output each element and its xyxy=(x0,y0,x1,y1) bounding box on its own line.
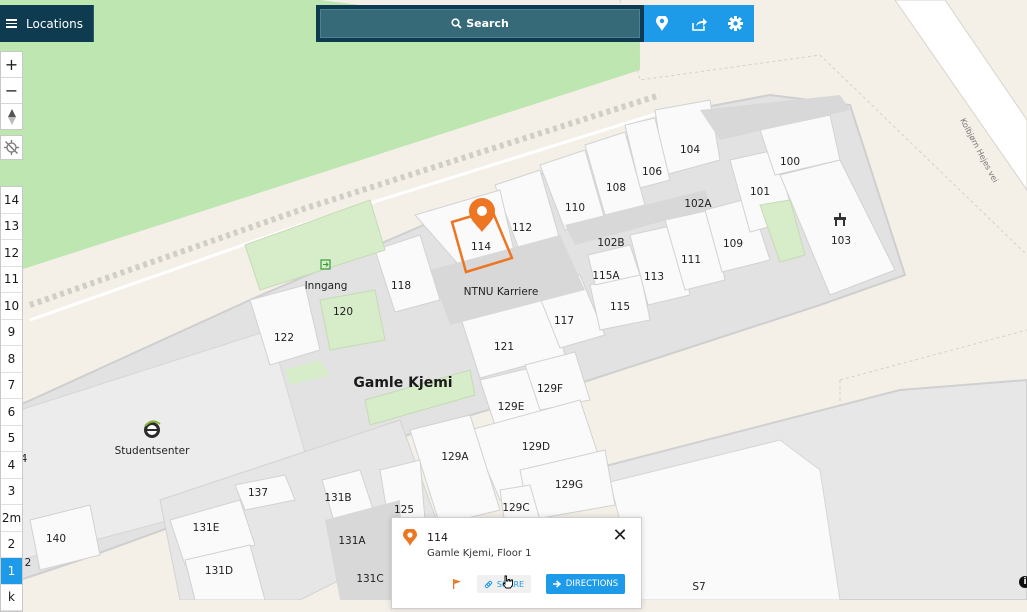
floor-button[interactable]: 10 xyxy=(1,293,22,320)
room-label-129d: 129D xyxy=(522,441,550,453)
share-button[interactable] xyxy=(684,9,714,39)
locate-me-button[interactable] xyxy=(0,135,23,160)
room-label-122: 122 xyxy=(274,332,294,344)
floor-button[interactable]: 6 xyxy=(1,399,22,426)
room-label-131d: 131D xyxy=(205,565,233,577)
room-label-115a: 115A xyxy=(592,270,620,282)
room-label-117: 117 xyxy=(554,315,574,327)
room-label-129a: 129A xyxy=(441,451,469,463)
floor-button[interactable]: 13 xyxy=(1,214,22,240)
room-label-102a: 102A xyxy=(684,198,712,210)
north-arrow-icon xyxy=(7,108,16,125)
room-label-131a: 131A xyxy=(338,535,366,547)
room-label-129g: 129G xyxy=(555,479,583,491)
settings-button[interactable] xyxy=(721,9,751,39)
share-icon xyxy=(692,17,707,31)
floor-button[interactable]: 9 xyxy=(1,320,22,346)
room-label-109: 109 xyxy=(723,238,743,250)
room-label-s7: S7 xyxy=(692,581,705,593)
room-label-113: 113 xyxy=(644,271,664,283)
floor-selector: 14 13 12 11 10 9 8 7 6 5 4 3 2m 2 1 k xyxy=(0,186,23,612)
room-label-110: 110 xyxy=(565,202,585,214)
entrance-label: Inngang xyxy=(305,280,348,292)
top-toolbar xyxy=(644,5,754,42)
room-label-120: 120 xyxy=(333,306,353,318)
search-input[interactable]: Search xyxy=(320,9,640,38)
popup-close-button[interactable]: ✕ xyxy=(611,527,629,545)
info-icon[interactable]: i xyxy=(1019,576,1027,588)
search-bar: Search xyxy=(316,5,644,42)
directions-button[interactable]: DIRECTIONS xyxy=(546,574,625,594)
room-label-101: 101 xyxy=(750,186,770,198)
floor-button[interactable]: 14 xyxy=(1,187,22,214)
zoom-in-button[interactable]: + xyxy=(1,52,22,78)
popup-subtitle: Gamle Kjemi, Floor 1 xyxy=(427,548,532,559)
floor-button[interactable]: 12 xyxy=(1,240,22,267)
my-location-button[interactable] xyxy=(647,9,677,39)
zoom-controls: + − xyxy=(0,51,23,130)
zoom-out-button[interactable]: − xyxy=(1,78,22,104)
report-flag-button[interactable] xyxy=(446,575,468,593)
floor-button[interactable]: 5 xyxy=(1,426,22,452)
room-label-131e: 131E xyxy=(193,522,220,534)
search-label: Search xyxy=(466,17,509,30)
settings-gear-icon xyxy=(728,16,744,31)
room-label-129f: 129F xyxy=(537,383,563,395)
room-label-102b: 102B xyxy=(597,237,624,249)
map-pin-icon xyxy=(656,15,669,31)
floor-button[interactable]: 3 xyxy=(1,479,22,505)
room-label-edge-2: 2 xyxy=(25,557,32,569)
room-label-108: 108 xyxy=(606,182,626,194)
floor-button[interactable]: 2m xyxy=(1,505,22,532)
room-label-125: 125 xyxy=(394,504,414,516)
room-label-129e: 129E xyxy=(498,401,525,413)
ntnu-karriere-label: NTNU Karriere xyxy=(464,286,539,298)
room-label-115: 115 xyxy=(610,301,630,313)
room-info-popup: 114 Gamle Kjemi, Floor 1 ✕ SHARE DIRECTI… xyxy=(391,517,642,609)
flag-icon xyxy=(453,579,461,589)
room-label-118: 118 xyxy=(391,280,411,292)
room-label-104: 104 xyxy=(680,144,700,156)
floor-button[interactable]: 7 xyxy=(1,373,22,399)
room-label-129c: 129C xyxy=(502,502,529,514)
room-label-131c: 131C xyxy=(356,573,383,585)
locations-button[interactable]: Locations xyxy=(0,5,94,42)
studentsenter-label: Studentsenter xyxy=(115,445,190,457)
arrow-right-icon xyxy=(552,580,561,588)
room-label-100: 100 xyxy=(780,156,800,168)
room-label-111: 111 xyxy=(681,254,701,266)
floor-button[interactable]: 11 xyxy=(1,267,22,293)
link-icon xyxy=(484,580,493,588)
building-name-label: Gamle Kjemi xyxy=(353,375,452,391)
floor-button[interactable]: k xyxy=(1,585,22,611)
floor-button[interactable]: 4 xyxy=(1,452,22,479)
room-label-103: 103 xyxy=(831,235,851,247)
room-label-114: 114 xyxy=(471,241,491,253)
room-label-137: 137 xyxy=(248,487,268,499)
hand-cursor-icon xyxy=(502,575,513,589)
map-canvas[interactable]: Kolbjørn Hejes vei 104 106 108 110 112 1… xyxy=(0,0,1027,600)
room-120-shape[interactable] xyxy=(319,289,386,351)
compass-button[interactable] xyxy=(1,104,22,129)
room-label-131b: 131B xyxy=(324,492,351,504)
locations-label: Locations xyxy=(26,16,84,31)
room-label-106: 106 xyxy=(642,166,662,178)
list-icon xyxy=(6,19,17,28)
location-disabled-icon xyxy=(4,140,19,155)
location-pin-icon xyxy=(403,529,417,546)
room-label-121: 121 xyxy=(494,341,514,353)
popup-title: 114 xyxy=(427,531,448,544)
floor-button[interactable]: 8 xyxy=(1,346,22,373)
floor-button[interactable]: 1 xyxy=(1,558,22,585)
room-label-112: 112 xyxy=(512,222,532,234)
directions-label: DIRECTIONS xyxy=(565,579,619,589)
floor-button[interactable]: 2 xyxy=(1,532,22,558)
search-icon xyxy=(451,18,462,29)
room-label-140: 140 xyxy=(46,533,66,545)
